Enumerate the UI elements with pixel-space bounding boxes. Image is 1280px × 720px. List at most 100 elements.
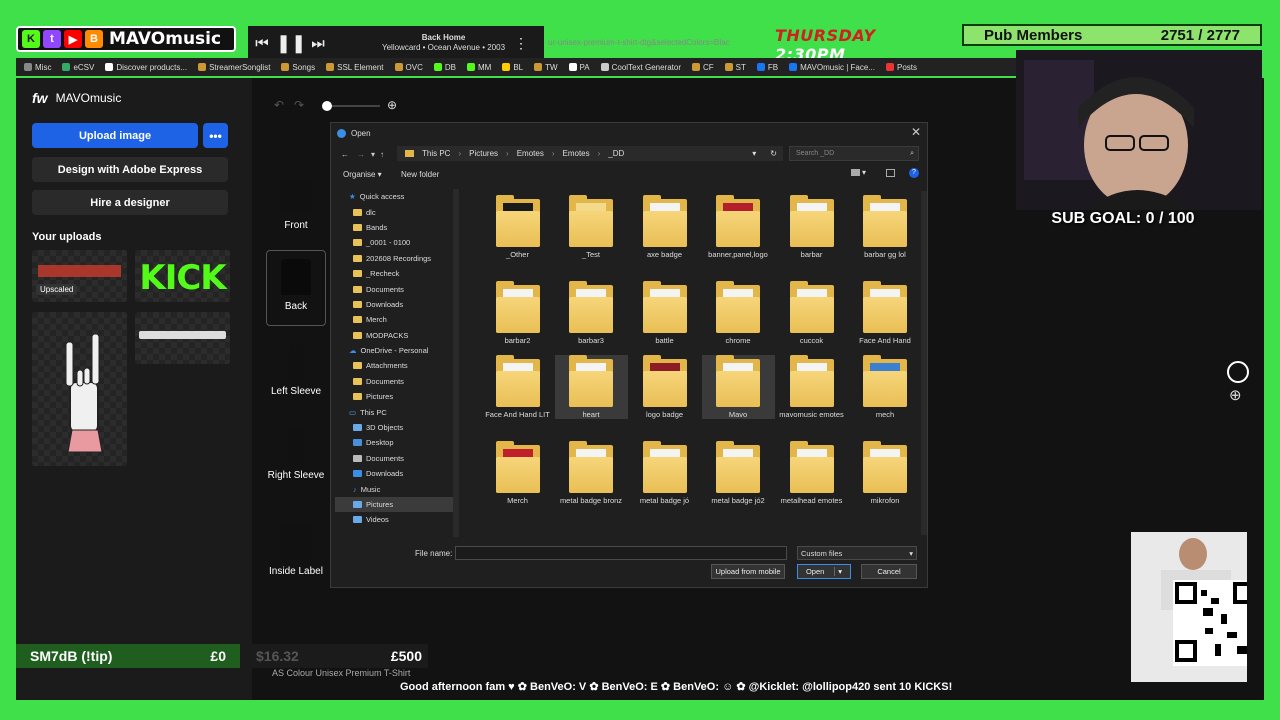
forward-arrow-icon[interactable]: → — [357, 150, 365, 159]
nav-item-this-pc[interactable]: ▭ This PC — [335, 404, 459, 419]
breadcrumb-item[interactable]: This PC — [422, 149, 450, 158]
nav-item[interactable]: Downloads — [335, 466, 459, 481]
zoom-slider-handle[interactable] — [322, 101, 332, 111]
folder-item[interactable]: barbar — [775, 195, 848, 259]
view-options-icon[interactable]: ▾ — [862, 168, 866, 177]
zoom-slider[interactable] — [328, 105, 380, 107]
folder-item[interactable]: mech — [849, 355, 922, 419]
view-left-sleeve[interactable]: Left Sleeve — [266, 344, 326, 397]
open-button[interactable]: Open ▾ — [797, 564, 851, 579]
nav-item[interactable]: Pictures — [335, 389, 459, 404]
folder-item[interactable]: metal badge jó2 — [702, 441, 775, 505]
next-icon[interactable]: ⏭ — [304, 35, 332, 52]
address-bar[interactable]: This PC › Pictures › Emotes › Emotes › _DD ▾… — [397, 146, 783, 161]
nav-item[interactable]: MODPACKS — [335, 328, 459, 343]
bookmark[interactable]: BL — [502, 63, 523, 72]
bookmark[interactable]: PA — [568, 63, 590, 72]
redo-icon[interactable]: ↷ — [294, 98, 304, 112]
nav-item-selected[interactable]: Pictures — [335, 496, 459, 513]
nav-item[interactable]: _Recheck — [335, 266, 459, 281]
folder-item[interactable]: metal badge bronz — [555, 441, 628, 505]
upload-image-button[interactable]: Upload image — [32, 123, 198, 148]
bookmark[interactable]: DB — [433, 63, 456, 72]
bookmark[interactable]: SSL Element — [326, 63, 384, 72]
upload-thumbnail[interactable] — [135, 312, 230, 364]
folder-item[interactable]: _Test — [555, 195, 628, 259]
folder-item[interactable]: metalhead emotes — [775, 441, 848, 505]
view-inside-label[interactable]: Inside Label — [266, 524, 326, 577]
open-dropdown-icon[interactable]: ▾ — [834, 567, 842, 576]
nav-item[interactable]: _0001 - 0100 — [335, 235, 459, 250]
more-options-button[interactable]: ••• — [203, 123, 228, 148]
folder-item[interactable]: Merch — [481, 441, 554, 505]
bookmark[interactable]: MM — [466, 63, 491, 72]
organise-button[interactable]: Organise ▾ — [343, 170, 382, 179]
adobe-express-button[interactable]: Design with Adobe Express — [32, 157, 228, 182]
circle-control[interactable] — [1227, 361, 1249, 383]
bookmark[interactable]: Misc — [24, 63, 51, 72]
nav-item[interactable]: Documents — [335, 281, 459, 296]
new-folder-button[interactable]: New folder — [401, 170, 439, 179]
upload-thumbnail[interactable]: Upscaled — [32, 250, 127, 302]
hire-designer-button[interactable]: Hire a designer — [32, 190, 228, 215]
add-icon[interactable]: ⊕ — [1229, 386, 1242, 404]
nav-item[interactable]: Videos — [335, 512, 459, 527]
folder-item[interactable]: chrome — [702, 281, 775, 345]
bookmark[interactable]: OVC — [394, 63, 423, 72]
nav-item-quick-access[interactable]: ★ Quick access — [335, 189, 459, 204]
bookmark[interactable]: FB — [756, 63, 778, 72]
bookmark[interactable]: ST — [724, 63, 746, 72]
folder-item[interactable]: Face And Hand LIT — [481, 355, 554, 419]
view-back[interactable]: Back — [266, 250, 326, 326]
nav-item[interactable]: Documents — [335, 451, 459, 466]
bookmark[interactable]: MAVOmusic | Face... — [789, 63, 875, 72]
folder-item[interactable]: mikrofon — [849, 441, 922, 505]
folder-item[interactable]: cuccok — [775, 281, 848, 345]
path-dropdown-icon[interactable]: ▾ — [752, 149, 756, 158]
cancel-button[interactable]: Cancel — [861, 564, 917, 579]
view-mode-icon[interactable] — [851, 169, 860, 176]
folder-item[interactable]: metal badge jó — [628, 441, 701, 505]
nav-item[interactable]: dlc — [335, 204, 459, 219]
folder-item[interactable]: Face And Hand — [849, 281, 922, 345]
undo-icon[interactable]: ↶ — [274, 98, 284, 112]
nav-item[interactable]: Merch — [335, 312, 459, 327]
preview-pane-icon[interactable] — [886, 169, 895, 177]
breadcrumb-item[interactable]: Emotes — [517, 149, 544, 158]
folder-item[interactable]: battle — [628, 281, 701, 345]
breadcrumb-item[interactable]: Pictures — [469, 149, 498, 158]
search-input[interactable]: Search _DD ⌕ — [789, 146, 919, 161]
nav-scrollbar[interactable] — [453, 189, 459, 537]
bookmark[interactable]: Discover products... — [105, 63, 187, 72]
up-arrow-icon[interactable]: ↑ — [380, 150, 384, 159]
file-name-input[interactable] — [455, 546, 787, 560]
more-icon[interactable]: ⋮ — [514, 35, 528, 52]
bookmark[interactable]: Songs — [281, 63, 315, 72]
bookmark[interactable]: eCSV — [62, 63, 94, 72]
upload-thumbnail[interactable] — [32, 312, 127, 466]
folder-item[interactable]: logo badge — [628, 355, 701, 419]
refresh-icon[interactable]: ↻ — [770, 149, 777, 158]
file-type-select[interactable]: Custom files ▾ — [797, 546, 917, 560]
breadcrumb-item[interactable]: _DD — [608, 149, 624, 158]
bookmark[interactable]: CF — [692, 63, 714, 72]
nav-item[interactable]: 202608 Recordings — [335, 251, 459, 266]
nav-item[interactable]: Attachments — [335, 358, 459, 373]
pause-icon[interactable]: ❚❚ — [276, 33, 306, 54]
nav-item[interactable]: 3D Objects — [335, 420, 459, 435]
nav-item-onedrive[interactable]: ☁ OneDrive - Personal — [335, 343, 459, 358]
upload-from-mobile-button[interactable]: Upload from mobile — [711, 564, 785, 579]
upload-thumbnail[interactable]: KICK — [135, 250, 230, 302]
folder-item[interactable]: barbar gg lol — [849, 195, 922, 259]
nav-item[interactable]: Documents — [335, 374, 459, 389]
view-front[interactable]: Front — [266, 178, 326, 231]
nav-item[interactable]: Downloads — [335, 297, 459, 312]
zoom-in-icon[interactable]: ⊕ — [387, 98, 397, 112]
nav-item[interactable]: ♪ Music — [335, 481, 459, 496]
folder-item[interactable]: barbar2 — [481, 281, 554, 345]
folder-item[interactable]: banner,panel,logo — [702, 195, 775, 259]
history-chevron-icon[interactable]: ▾ — [371, 150, 375, 159]
breadcrumb-item[interactable]: Emotes — [563, 149, 590, 158]
view-right-sleeve[interactable]: Right Sleeve — [266, 428, 326, 481]
bookmark[interactable]: StreamerSonglist — [198, 63, 270, 72]
